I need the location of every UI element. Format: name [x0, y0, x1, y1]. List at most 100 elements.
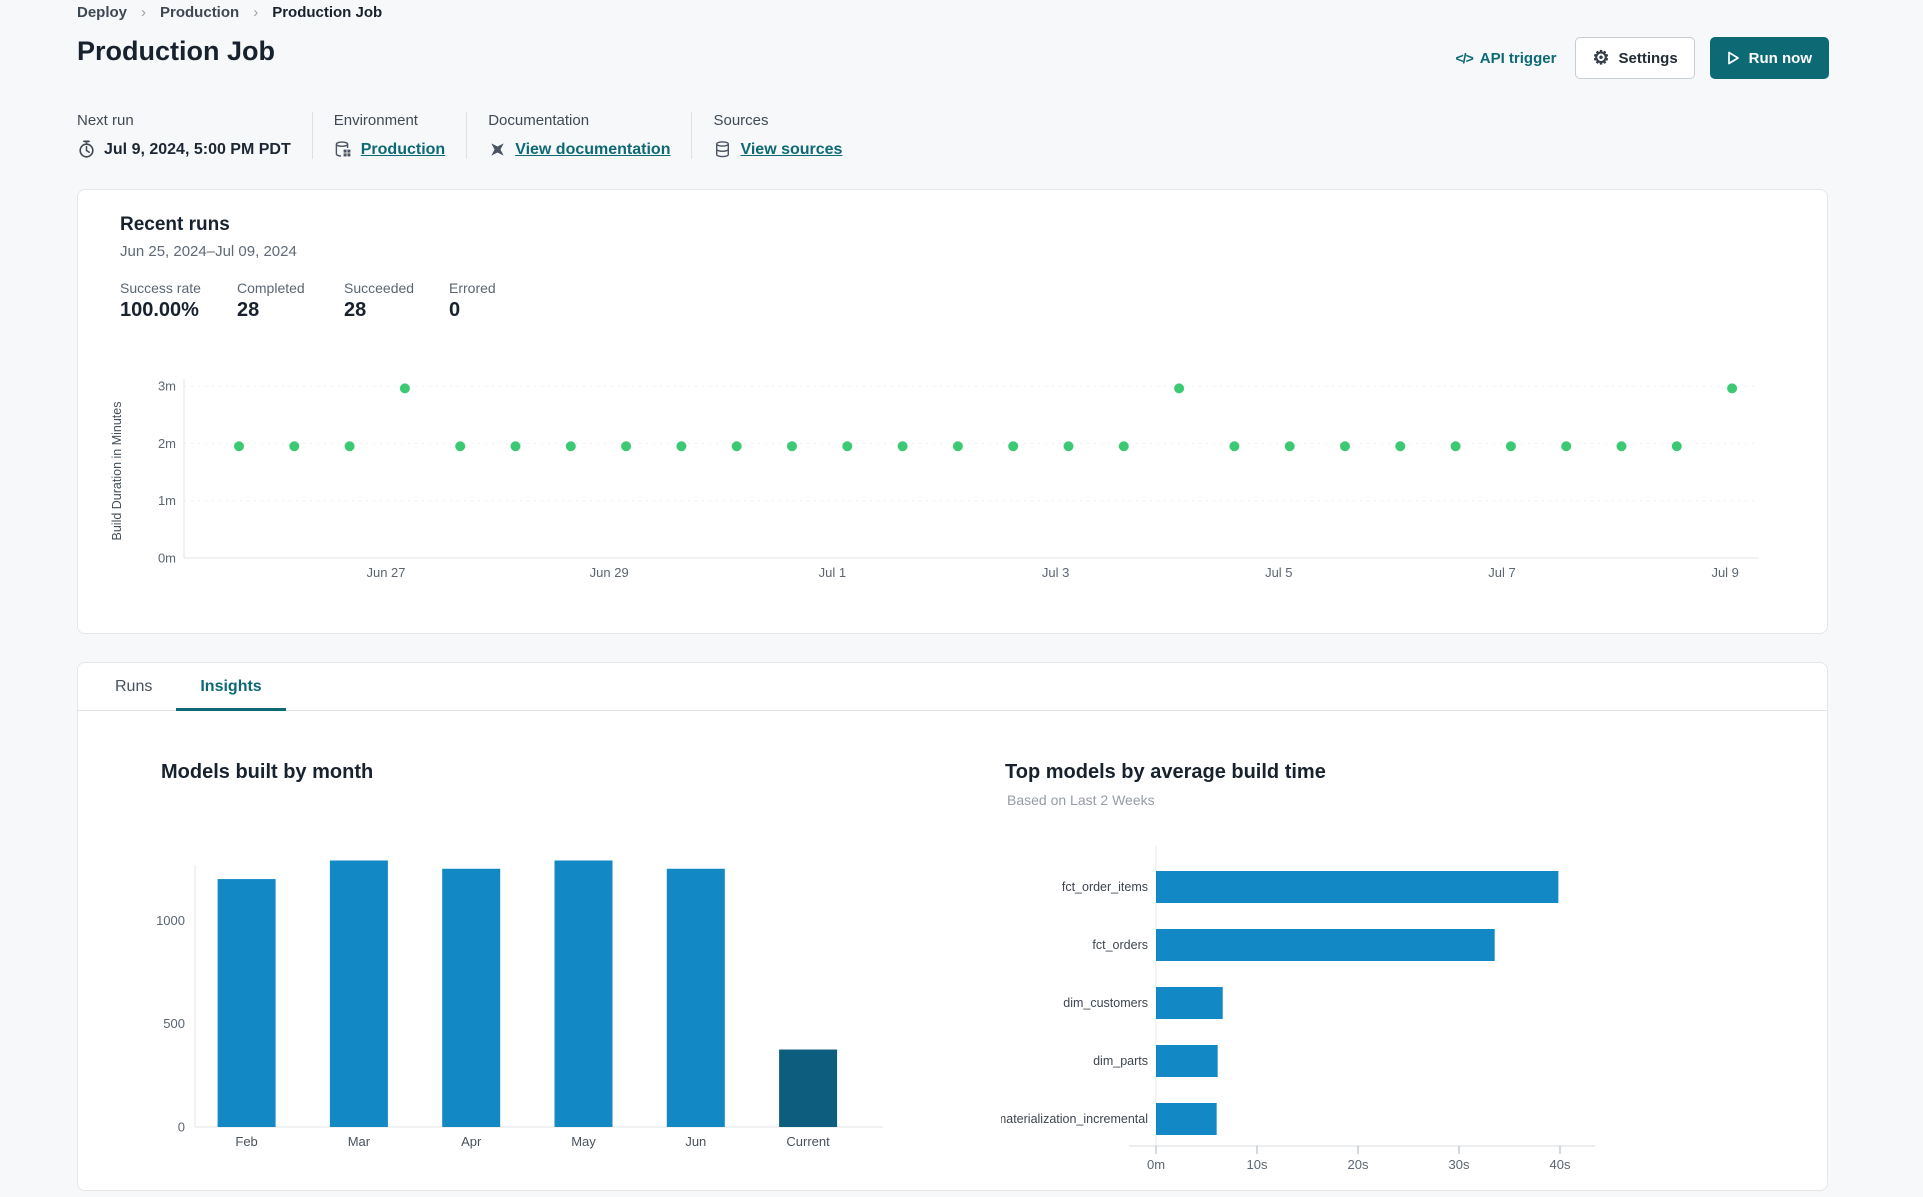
top-models-title: Top models by average build time [1005, 761, 1326, 783]
settings-button[interactable]: ⚙ Settings [1575, 37, 1695, 79]
model-label: dim_customers [1063, 996, 1148, 1010]
tab-bar: Runs Insights [78, 663, 1827, 711]
stat-completed: Completed 28 [237, 280, 305, 322]
run-point[interactable] [1561, 441, 1572, 452]
breadcrumb-production[interactable]: Production [160, 4, 239, 21]
recent-runs-date-range: Jun 25, 2024–Jul 09, 2024 [120, 243, 297, 260]
stat-label: Succeeded [344, 280, 415, 296]
meta-documentation: Documentation View documentation [488, 112, 670, 159]
database-icon [716, 141, 730, 158]
month-bar[interactable] [779, 1049, 838, 1127]
run-point[interactable] [731, 441, 742, 452]
run-point[interactable] [897, 441, 908, 452]
run-point[interactable] [842, 441, 853, 452]
run-point[interactable] [1340, 441, 1350, 452]
build-duration-scatter-svg: 0m 1m 2m 3m Jun 27 Jun 29 Jul 1 Jul 3 Jul 5 Jul 7… [110, 379, 1759, 580]
breadcrumb-current: Production Job [272, 4, 383, 21]
x-tick-label: Jul 5 [1265, 565, 1292, 580]
run-now-button[interactable]: Run now [1709, 37, 1829, 79]
month-bar[interactable] [329, 860, 388, 1127]
x-tick-label: 10s [1247, 1157, 1268, 1172]
model-label: fct_order_items [1062, 880, 1148, 894]
y-axis-title: Build Duration in Minutes [110, 402, 124, 541]
month-bar[interactable] [666, 868, 725, 1127]
meta-next-run: Next run Jul 9, 2024, 5:00 PM PDT [77, 112, 291, 159]
y-tick-label: 1m [158, 493, 176, 508]
stat-value: 0 [449, 299, 461, 321]
y-tick-label: 500 [163, 1016, 185, 1031]
run-point[interactable] [1395, 441, 1406, 452]
models-built-by-month-title: Models built by month [161, 761, 374, 783]
model-label: fct_orders [1092, 938, 1148, 952]
run-point[interactable] [621, 441, 632, 452]
view-documentation-link[interactable]: View documentation [515, 141, 670, 159]
environment-link[interactable]: Production [361, 141, 445, 159]
build-duration-chart: 0m 1m 2m 3m Jun 27 Jun 29 Jul 1 Jul 3 Jul 5 Jul 7… [91, 371, 1791, 586]
tab-runs[interactable]: Runs [91, 663, 176, 710]
run-point[interactable] [1063, 441, 1074, 452]
models-built-by-month-chart: 0 500 1000 Feb Mar Apr May Jun Current [121, 821, 961, 1156]
model-bar[interactable] [1156, 987, 1223, 1019]
breadcrumb-deploy[interactable]: Deploy [77, 4, 127, 21]
model-bar[interactable] [1156, 871, 1559, 903]
run-point[interactable] [1671, 441, 1682, 452]
run-point[interactable] [1450, 441, 1461, 452]
stopwatch-icon [79, 140, 94, 158]
meta-environment: Environment Production [334, 112, 445, 159]
tab-insights[interactable]: Insights [176, 663, 287, 711]
x-category-label: Current [786, 1134, 830, 1149]
stat-value: 100.00% [120, 299, 199, 321]
x-category-label: Jun [685, 1134, 706, 1149]
model-bar[interactable] [1156, 929, 1495, 961]
run-point[interactable] [234, 441, 244, 452]
run-point[interactable] [399, 383, 410, 394]
model-bar[interactable] [1156, 1045, 1218, 1077]
run-point[interactable] [344, 441, 355, 452]
month-bar[interactable] [442, 868, 501, 1127]
y-tick-label: 1000 [156, 913, 185, 928]
model-bar[interactable] [1156, 1103, 1217, 1135]
environment-icon [335, 141, 351, 157]
x-tick-label: 20s [1348, 1157, 1369, 1172]
month-bar[interactable] [554, 860, 613, 1127]
run-point[interactable] [676, 441, 687, 452]
run-point[interactable] [1505, 441, 1516, 452]
y-tick-label: 0m [158, 551, 176, 566]
run-point[interactable] [289, 441, 300, 452]
x-tick-label: Jul 3 [1042, 565, 1069, 580]
run-point[interactable] [787, 441, 797, 452]
x-category-label: May [571, 1134, 596, 1149]
run-point[interactable] [455, 441, 466, 452]
run-point[interactable] [952, 441, 963, 452]
stat-label: Completed [237, 280, 305, 296]
breadcrumb: Deploy › Production › Production Job [77, 4, 382, 21]
run-point[interactable] [1616, 441, 1627, 452]
divider [311, 112, 313, 159]
run-point[interactable] [1118, 441, 1129, 452]
page-title: Production Job [77, 36, 275, 66]
divider [691, 112, 693, 159]
run-point[interactable] [1008, 441, 1019, 452]
model-label: materialization_incremental [1001, 1112, 1148, 1126]
chevron-right-icon: › [141, 4, 147, 21]
settings-label: Settings [1618, 49, 1678, 67]
month-bar[interactable] [217, 879, 276, 1127]
run-point[interactable] [565, 441, 576, 452]
divider [466, 112, 468, 159]
x-tick-label: 0m [1147, 1157, 1165, 1172]
run-point[interactable] [1727, 383, 1738, 394]
stat-label: Errored [449, 280, 496, 296]
run-point[interactable] [1229, 441, 1240, 452]
x-tick-label: Jun 29 [590, 565, 629, 580]
view-sources-link[interactable]: View sources [740, 141, 842, 159]
run-point[interactable] [1174, 383, 1185, 394]
x-category-label: Feb [235, 1134, 257, 1149]
run-point[interactable] [510, 441, 521, 452]
meta-sources: Sources View sources [713, 112, 842, 159]
production-job-page: { "page": { "title": "Production Job" },… [0, 0, 1923, 1197]
api-trigger-link[interactable]: </> API trigger [1456, 50, 1557, 67]
y-tick-label: 2m [158, 436, 176, 451]
run-point[interactable] [1284, 441, 1295, 452]
top-models-chart: fct_order_items fct_orders dim_customers di… [996, 846, 1661, 1176]
play-icon [1727, 51, 1739, 65]
